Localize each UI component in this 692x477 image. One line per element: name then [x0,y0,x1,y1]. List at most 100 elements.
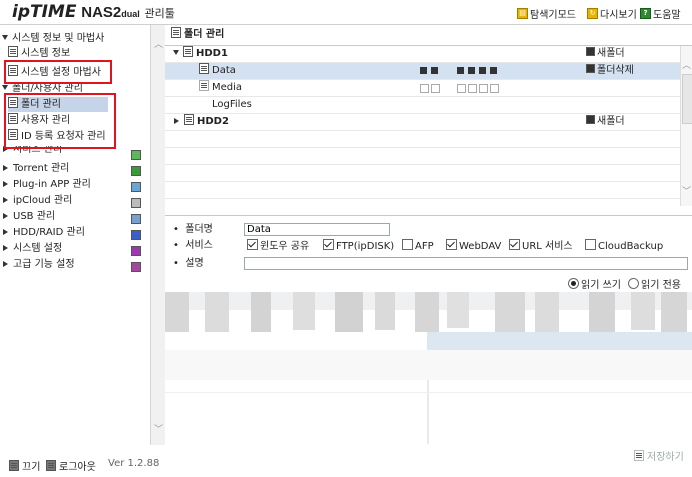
checkbox-icon[interactable] [247,239,258,250]
tree-scrollbar[interactable]: ︿ ﹀ [680,46,692,206]
power-label: 끄기 [22,462,41,473]
folder-name: Data [212,65,236,76]
share-flag-icon [420,67,427,74]
menu-system-info-wizard[interactable]: 시스템 정보 및 마법사 [0,31,104,46]
service-label: CloudBackup [598,241,664,252]
description-input[interactable] [244,257,688,270]
highlight-box-wizard [4,60,112,84]
version-label: Ver 1.2.88 [108,458,160,469]
explorer-mode-link[interactable]: ▤ 탐색기모드 [517,6,576,21]
collapse-arrow-icon [3,181,8,187]
checkbox-icon[interactable] [446,239,457,250]
save-icon [634,450,644,461]
help-link[interactable]: ? 도움말 [640,6,681,21]
help-label: 도움말 [653,10,681,21]
folder-icon [199,80,209,91]
description-label-text: 설명 [185,258,204,269]
menu-label: Plug-in APP 관리 [13,179,91,190]
folder-settings-form: • 폴더명 • 서비스 윈도우 공유 FTP(ipDISK) AFP WebDA… [165,215,692,291]
service-afp[interactable]: AFP [402,239,434,255]
expand-arrow-icon [2,85,8,90]
checkbox-icon[interactable] [323,239,334,250]
menu-advanced-settings[interactable]: 고급 기능 설정 [0,257,75,272]
power-button[interactable]: 끄기 [9,458,40,473]
scroll-up-icon[interactable]: ︿ [682,58,691,71]
scroll-thumb[interactable] [682,74,692,124]
sidebar-scrollbar[interactable]: ︿ ﹀ [150,25,165,445]
share-flag-icon [479,67,486,74]
share-flag-icon [457,84,466,93]
service-label: FTP(ipDISK) [336,241,395,252]
tree-empty-row [165,165,680,182]
cloud-icon [131,198,141,208]
tree-row-data[interactable]: Data 폴더삭제 [165,63,680,80]
app-logo: ipTIME NAS2dual 관리툴 [12,2,175,22]
menu-usb[interactable]: USB 관리 [0,209,55,224]
service-smb[interactable]: 윈도우 공유 [247,239,309,255]
delete-folder-button[interactable]: 폴더삭제 [586,63,634,79]
read-write-label: 읽기 쓰기 [581,280,621,291]
app-header: ipTIME NAS2dual 관리툴 ▤ 탐색기모드 ↻ 다시보기 ? 도움말 [0,0,692,25]
new-folder-icon [586,115,595,124]
service-label: WebDAV [459,241,502,252]
explorer-icon: ▤ [517,8,528,19]
read-only-label: 읽기 전용 [641,280,681,291]
system-icon [131,246,141,256]
logo-suffix: 관리툴 [144,7,175,20]
page-icon [8,46,18,57]
disk-name: HDD1 [196,48,228,59]
new-folder-button[interactable]: 새폴더 [586,46,625,62]
refresh-link[interactable]: ↻ 다시보기 [587,6,637,21]
service-cloudbackup[interactable]: CloudBackup [585,239,663,255]
checkbox-icon[interactable] [402,239,413,250]
menu-system-settings[interactable]: 시스템 설정 [0,241,62,256]
tree-row-logfiles[interactable]: LogFiles [165,97,680,114]
description-label: • 설명 [173,258,204,269]
services-label: • 서비스 [173,240,213,251]
new-folder-button-hdd2[interactable]: 새폴더 [586,114,625,130]
scroll-up-icon[interactable]: ︿ [154,37,163,50]
new-folder-icon [586,47,595,56]
share-flag-icon [490,84,499,93]
share-flag-icon [479,84,488,93]
service-webdav[interactable]: WebDAV [446,239,501,255]
permission-table-blurred [165,292,692,444]
radio-icon[interactable] [568,278,579,289]
tree-empty-row [165,131,680,148]
radio-icon[interactable] [628,278,639,289]
refresh-icon: ↻ [587,8,598,19]
folder-name-input[interactable] [244,223,390,236]
logo-model: NAS2 [81,4,122,21]
menu-ipcloud[interactable]: ipCloud 관리 [0,193,72,208]
scroll-down-icon[interactable]: ﹀ [682,184,691,197]
folder-name: Media [212,82,243,93]
sidebar-footer: 끄기 로그아웃 Ver 1.2.88 [0,452,164,477]
menu-plugin-app[interactable]: Plug-in APP 관리 [0,177,91,192]
menu-torrent[interactable]: Torrent 관리 [0,161,69,176]
services-label-text: 서비스 [185,240,213,251]
tree-row-media[interactable]: Media [165,80,680,97]
checkbox-icon[interactable] [509,239,520,250]
tree-row-hdd2[interactable]: HDD2 새폴더 [165,114,680,131]
checkbox-icon[interactable] [585,239,596,250]
power-icon [9,460,19,471]
collapse-arrow-icon [3,197,8,203]
menu-system-info[interactable]: 시스템 정보 [8,46,70,61]
menu-label: Torrent 관리 [13,163,70,174]
menu-label: 시스템 설정 [13,243,63,254]
logout-button[interactable]: 로그아웃 [46,458,96,473]
scroll-down-icon[interactable]: ﹀ [154,422,163,435]
refresh-label: 다시보기 [600,10,637,21]
highlight-box-folder-user [4,93,116,149]
new-folder-label: 새폴더 [597,48,625,59]
service-url[interactable]: URL 서비스 [509,239,573,255]
service-ftp[interactable]: FTP(ipDISK) [323,239,394,255]
delete-folder-label: 폴더삭제 [597,65,634,76]
save-button[interactable]: 저장하기 [634,448,684,463]
expand-arrow-icon [2,35,8,40]
share-flag-icon [420,84,429,93]
advanced-icon [131,262,141,272]
collapse-arrow-icon [3,165,8,171]
menu-hdd-raid[interactable]: HDD/RAID 관리 [0,225,85,240]
tree-row-hdd1[interactable]: HDD1 새폴더 [165,46,680,63]
